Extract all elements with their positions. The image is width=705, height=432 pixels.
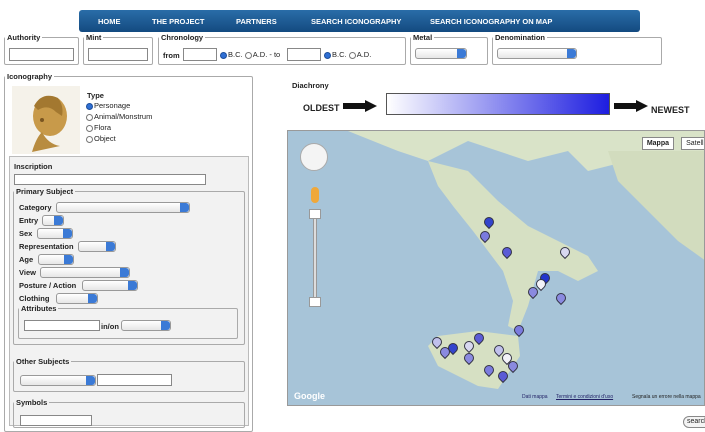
oldest-label: OLDEST xyxy=(303,103,340,113)
type-flora-radio[interactable] xyxy=(86,124,93,132)
view-label: View xyxy=(19,268,36,277)
map-view[interactable]: Mappa Satellite Google Dati mappa Termin… xyxy=(287,130,705,406)
search-button[interactable]: search xyxy=(683,416,705,428)
posture-select[interactable] xyxy=(82,280,138,291)
from-input[interactable] xyxy=(183,48,217,61)
type-personage-radio[interactable] xyxy=(86,102,93,110)
posture-label: Posture / Action xyxy=(19,281,77,290)
representation-label: Representation xyxy=(19,242,74,251)
to-bc-radio[interactable] xyxy=(324,51,331,59)
inscription-label: Inscription xyxy=(14,162,53,171)
inscription-input[interactable] xyxy=(14,174,206,185)
sex-label: Sex xyxy=(19,229,33,238)
zoom-out-button[interactable] xyxy=(309,297,321,307)
coin-head-image xyxy=(12,86,80,154)
sex-select[interactable] xyxy=(37,228,73,239)
clothing-select[interactable] xyxy=(56,293,98,304)
nav-search-iconography[interactable]: SEARCH ICONOGRAPHY xyxy=(311,17,401,26)
other-subjects-select[interactable] xyxy=(20,375,96,386)
nav-project[interactable]: THE PROJECT xyxy=(152,17,205,26)
symbols-input[interactable] xyxy=(20,415,92,426)
from-bc-radio[interactable] xyxy=(220,51,227,59)
age-label: Age xyxy=(19,255,34,264)
main-nav: HOME THE PROJECT PARTNERS SEARCH ICONOGR… xyxy=(79,10,640,32)
authority-input[interactable] xyxy=(9,48,74,61)
nav-partners[interactable]: PARTNERS xyxy=(236,17,277,26)
type-label: Type xyxy=(87,91,104,100)
italy-land xyxy=(348,131,704,389)
oldest-arrow-icon xyxy=(343,100,379,112)
zoom-slider[interactable] xyxy=(313,211,317,307)
entry-label: Entry xyxy=(19,216,39,225)
diachrony-label: Diachrony xyxy=(292,81,329,90)
streetview-pegman-icon[interactable] xyxy=(311,187,319,203)
nav-home[interactable]: HOME xyxy=(98,17,121,26)
from-label: from xyxy=(163,51,180,60)
nav-search-map[interactable]: SEARCH ICONOGRAPHY ON MAP xyxy=(430,17,552,26)
other-subjects-input[interactable] xyxy=(97,374,172,386)
attributes-input[interactable] xyxy=(24,320,100,331)
map-type-satellite[interactable]: Satellite xyxy=(681,137,704,150)
to-input[interactable] xyxy=(287,48,321,61)
entry-select[interactable] xyxy=(42,215,64,226)
mint-input[interactable] xyxy=(88,48,148,61)
newest-label: NEWEST xyxy=(651,105,690,115)
type-animal-radio[interactable] xyxy=(86,113,93,121)
metal-select[interactable] xyxy=(415,48,467,59)
inon-select[interactable] xyxy=(121,320,171,331)
category-label: Category xyxy=(19,203,52,212)
from-ad-radio[interactable] xyxy=(244,51,252,59)
zoom-in-button[interactable] xyxy=(309,209,321,219)
to-ad-radio[interactable] xyxy=(348,51,356,59)
google-logo: Google xyxy=(294,391,325,401)
category-select[interactable] xyxy=(56,202,190,213)
inon-label: in/on xyxy=(101,322,119,331)
type-object-radio[interactable] xyxy=(86,135,93,143)
age-select[interactable] xyxy=(38,254,74,265)
clothing-label: Clothing xyxy=(19,294,50,303)
representation-select[interactable] xyxy=(78,241,116,252)
map-footer-terms[interactable]: Termini e condizioni d'uso xyxy=(556,394,613,400)
pan-control[interactable] xyxy=(300,143,328,171)
newest-arrow-icon xyxy=(614,100,650,112)
map-footer-data[interactable]: Dati mappa xyxy=(522,394,548,400)
map-type-mappa[interactable]: Mappa xyxy=(641,137,674,150)
denomination-select[interactable] xyxy=(497,48,577,59)
map-footer-report[interactable]: Segnala un errore nella mappa xyxy=(632,394,701,400)
view-select[interactable] xyxy=(40,267,130,278)
diachrony-gradient[interactable] xyxy=(386,93,610,115)
